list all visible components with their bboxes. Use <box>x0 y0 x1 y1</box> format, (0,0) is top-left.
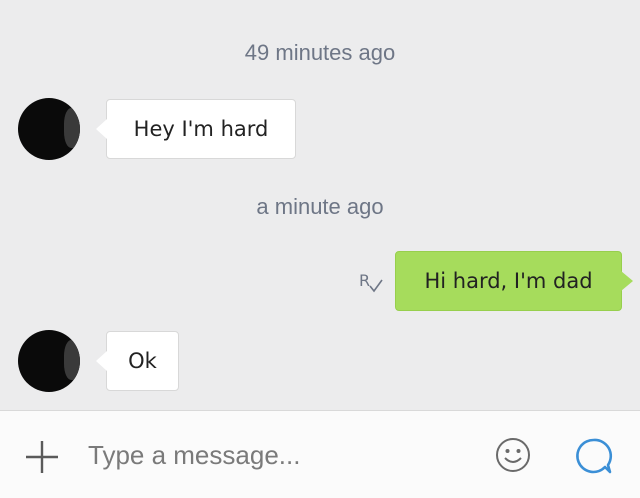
message-composer <box>0 410 640 498</box>
avatar[interactable] <box>18 330 80 392</box>
read-receipt-icon: R <box>359 271 383 293</box>
emoji-icon[interactable] <box>494 436 532 474</box>
plus-icon[interactable] <box>24 439 60 475</box>
message-timestamp: 49 minutes ago <box>244 40 396 65</box>
chat-area[interactable]: 49 minutes ago Hey I'm hard a minute ago… <box>0 0 640 410</box>
message-timestamp: a minute ago <box>256 194 384 219</box>
incoming-message-bubble[interactable]: Ok <box>96 331 179 391</box>
incoming-message-bubble[interactable]: Hey I'm hard <box>96 99 296 159</box>
outgoing-message-bubble[interactable]: Hi hard, I'm dad <box>395 251 633 311</box>
svg-text:R: R <box>359 271 370 290</box>
send-icon[interactable] <box>574 436 614 476</box>
avatar[interactable] <box>18 98 80 160</box>
message-input[interactable] <box>88 433 468 477</box>
